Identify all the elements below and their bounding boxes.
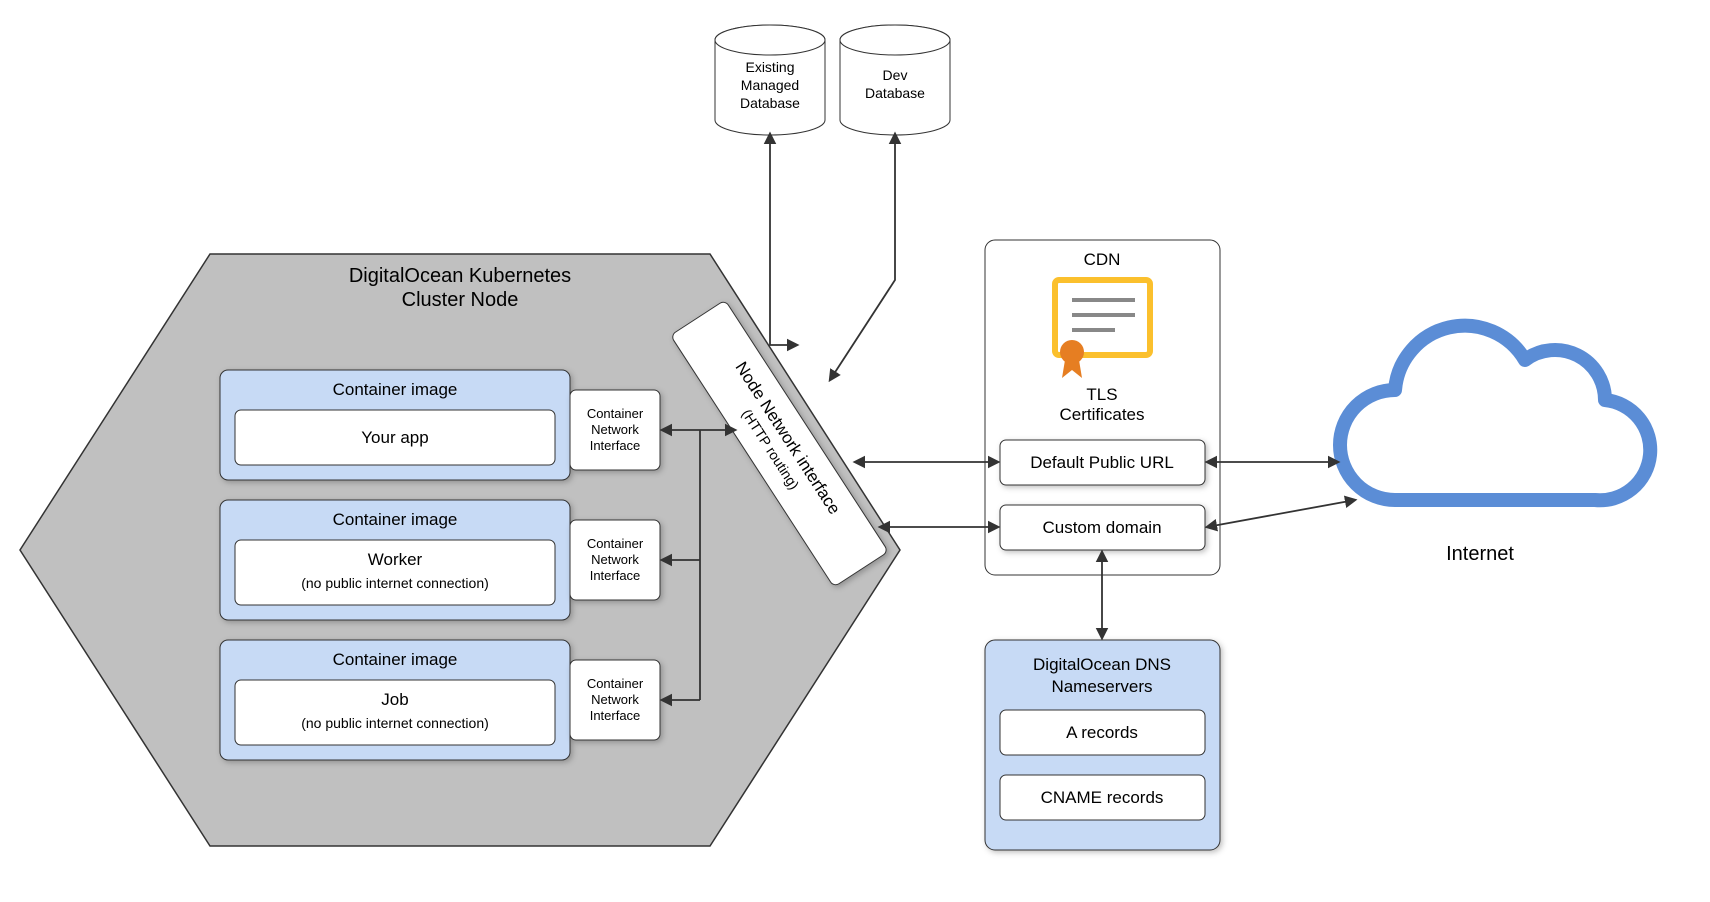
svg-text:Network: Network: [591, 692, 639, 707]
svg-text:Dev: Dev: [883, 67, 908, 83]
default-public-url-box: Default Public URL: [1000, 440, 1205, 485]
dns-nameservers-box: DigitalOcean DNS Nameservers A records C…: [985, 640, 1220, 850]
svg-text:Custom domain: Custom domain: [1042, 518, 1161, 537]
cname-records-box: CNAME records: [1000, 775, 1205, 820]
container-2-header: Container image: [333, 510, 458, 529]
a-records-box: A records: [1000, 710, 1205, 755]
svg-text:Container: Container: [587, 536, 644, 551]
svg-text:Network: Network: [591, 552, 639, 567]
svg-text:Container: Container: [587, 406, 644, 421]
cdn-title: CDN: [1084, 250, 1121, 269]
container-image-2: Container image Worker (no public intern…: [220, 500, 570, 620]
custom-domain-box: Custom domain: [1000, 505, 1205, 550]
cni-1: Container Network Interface: [570, 390, 660, 470]
dev-database: Dev Database: [840, 25, 950, 135]
svg-text:Container: Container: [587, 676, 644, 691]
container-1-header: Container image: [333, 380, 458, 399]
tls-label-2: Certificates: [1059, 405, 1144, 424]
container-3-header: Container image: [333, 650, 458, 669]
cluster-title-line1: DigitalOcean Kubernetes: [349, 265, 571, 287]
container-3-main: Job: [381, 690, 408, 709]
svg-text:Database: Database: [740, 95, 800, 111]
container-1-main: Your app: [361, 428, 428, 447]
svg-text:Network: Network: [591, 422, 639, 437]
cni-3: Container Network Interface: [570, 660, 660, 740]
svg-text:Database: Database: [865, 85, 925, 101]
container-2-sub: (no public internet connection): [301, 575, 489, 591]
node-to-db-arrows: [770, 134, 895, 380]
svg-text:Existing: Existing: [745, 59, 794, 75]
cdn-to-internet-arrows: [1207, 462, 1355, 527]
dns-title-2: Nameservers: [1051, 677, 1152, 696]
internet-cloud-icon: Internet: [1340, 326, 1650, 565]
cluster-title-line2: Cluster Node: [402, 289, 519, 311]
cdn-box: CDN TLS Certificates Default Public URL …: [985, 240, 1220, 575]
internet-label: Internet: [1446, 543, 1514, 565]
svg-text:Interface: Interface: [590, 568, 641, 583]
svg-text:A records: A records: [1066, 723, 1138, 742]
container-image-3: Container image Job (no public internet …: [220, 640, 570, 760]
svg-text:CNAME records: CNAME records: [1041, 788, 1164, 807]
svg-text:Managed: Managed: [741, 77, 799, 93]
container-2-main: Worker: [368, 550, 423, 569]
existing-managed-database: Existing Managed Database: [715, 25, 825, 135]
tls-label-1: TLS: [1086, 385, 1117, 404]
cni-2: Container Network Interface: [570, 520, 660, 600]
container-3-sub: (no public internet connection): [301, 715, 489, 731]
svg-text:Default Public URL: Default Public URL: [1030, 453, 1174, 472]
dns-title-1: DigitalOcean DNS: [1033, 655, 1171, 674]
svg-text:Interface: Interface: [590, 708, 641, 723]
svg-text:Interface: Interface: [590, 438, 641, 453]
container-image-1: Container image Your app: [220, 370, 570, 480]
